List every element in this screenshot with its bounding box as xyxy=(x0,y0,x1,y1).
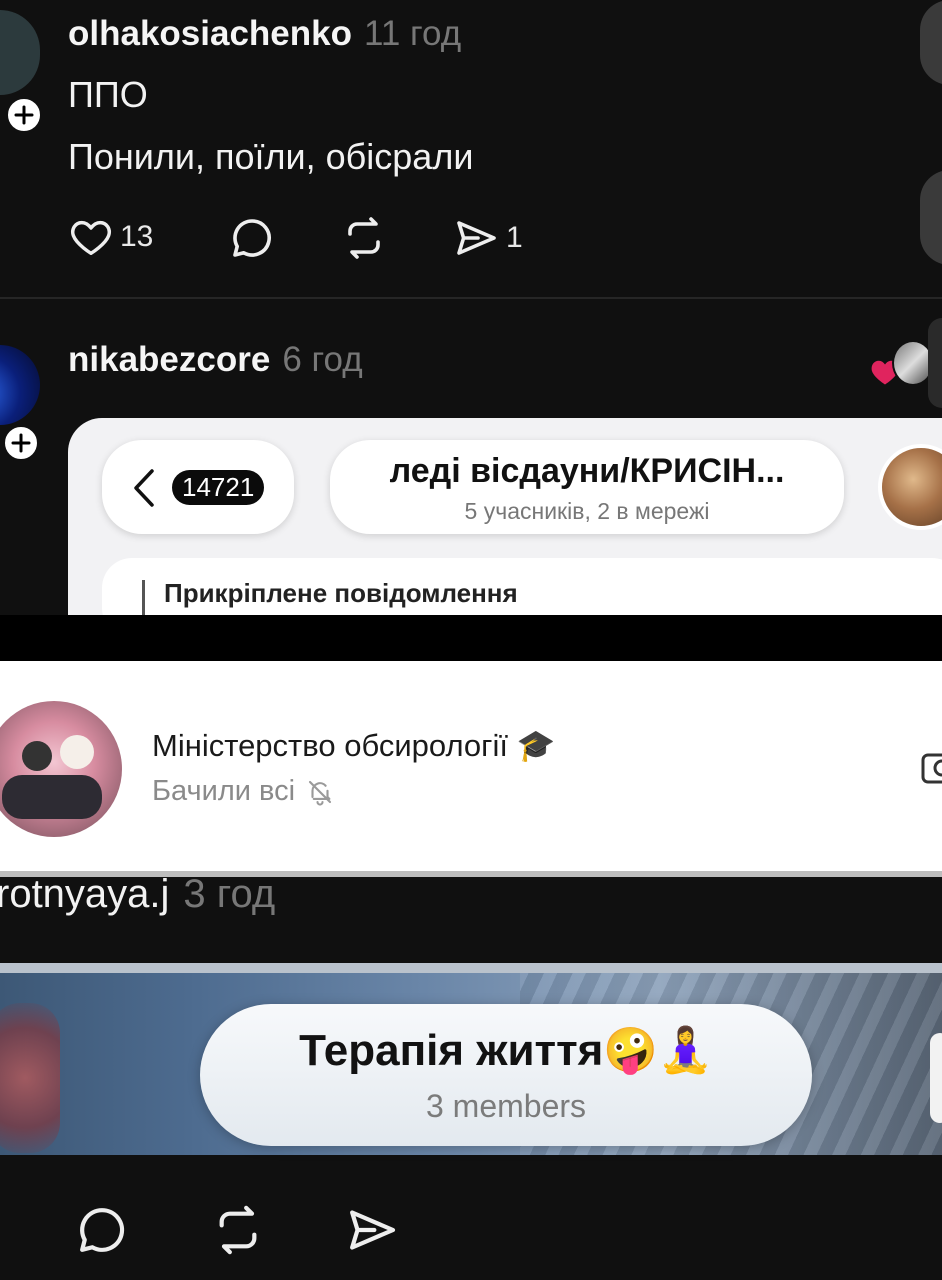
share-icon xyxy=(350,1210,396,1250)
chat-avatar[interactable] xyxy=(878,444,942,530)
heart-icon xyxy=(71,220,111,256)
chat-title: леді вісдауни/КРИСІН... xyxy=(389,452,785,490)
right-edge-element xyxy=(928,318,942,408)
share-icon xyxy=(457,221,496,255)
comment-icon xyxy=(233,219,271,257)
mute-bell-icon xyxy=(308,780,332,806)
channel-subtitle-row: Бачили всі xyxy=(152,775,335,808)
group-title: Терапія життя🤪🧘‍♀️ xyxy=(299,1026,713,1075)
chat-title-pill[interactable]: леді вісдауни/КРИСІН... 5 учасників, 2 в… xyxy=(330,440,844,534)
post-time: 11 год xyxy=(363,14,462,53)
channel-header: Міністерство обсирології 🎓 Бачили всі xyxy=(0,661,942,871)
post-time: 6 год xyxy=(282,340,363,379)
post-header: olhakosiachenko 11 год xyxy=(68,14,461,54)
group-subtitle: 3 members xyxy=(425,1088,587,1124)
avatar[interactable] xyxy=(0,345,40,425)
post-time: 3 год xyxy=(183,872,276,916)
repost-button[interactable] xyxy=(340,214,388,262)
like-button[interactable]: 13 xyxy=(68,214,153,260)
right-edge-element xyxy=(920,170,942,265)
channel-title[interactable]: Міністерство обсирології 🎓 xyxy=(152,727,555,764)
repost-button[interactable] xyxy=(210,1202,266,1258)
chat-subtitle: 5 учасників, 2 в мережі xyxy=(464,498,710,524)
right-edge-element xyxy=(920,0,942,85)
avatar[interactable] xyxy=(0,10,40,95)
repost-icon xyxy=(348,217,380,259)
username[interactable]: rotnyaya.j xyxy=(0,872,169,916)
channel-avatar[interactable] xyxy=(0,701,122,837)
camera-icon[interactable] xyxy=(918,747,942,787)
post-header: nikabezcore 6 год xyxy=(68,340,363,380)
follow-plus-icon[interactable] xyxy=(5,96,43,134)
username[interactable]: nikabezcore xyxy=(68,340,270,379)
banner-edge xyxy=(0,963,942,973)
post-divider xyxy=(0,297,942,299)
group-title-pill[interactable]: Терапія життя🤪🧘‍♀️ 3 members xyxy=(200,1004,812,1146)
post-olhakosiachenko: olhakosiachenko 11 год ППО Понили, поїли,… xyxy=(0,0,942,300)
post-text-line: Понили, поїли, обісрали xyxy=(68,136,474,177)
unread-count-badge: 14721 xyxy=(172,470,265,505)
image-separator xyxy=(0,615,942,661)
channel-subtitle: Бачили всі xyxy=(152,775,296,807)
comment-button[interactable] xyxy=(228,214,276,262)
like-count: 13 xyxy=(120,220,154,253)
back-chevron-icon xyxy=(134,469,154,507)
follow-plus-icon[interactable] xyxy=(2,424,40,462)
post-text-line: ППО xyxy=(68,74,148,115)
attached-screenshot[interactable]: 14721 леді вісдауни/КРИСІН... 5 учасникі… xyxy=(68,418,942,628)
share-button[interactable] xyxy=(344,1202,400,1258)
share-button[interactable]: 1 xyxy=(452,214,523,262)
share-count: 1 xyxy=(506,221,523,254)
comment-icon xyxy=(80,1208,125,1252)
back-button[interactable]: 14721 xyxy=(102,440,294,534)
pinned-label: Прикріплене повідомлення xyxy=(164,578,518,608)
post-header: rotnyaya.j 3 год xyxy=(0,872,275,917)
username[interactable]: olhakosiachenko xyxy=(68,14,352,53)
comment-button[interactable] xyxy=(74,1202,130,1258)
repost-icon xyxy=(219,1205,257,1255)
